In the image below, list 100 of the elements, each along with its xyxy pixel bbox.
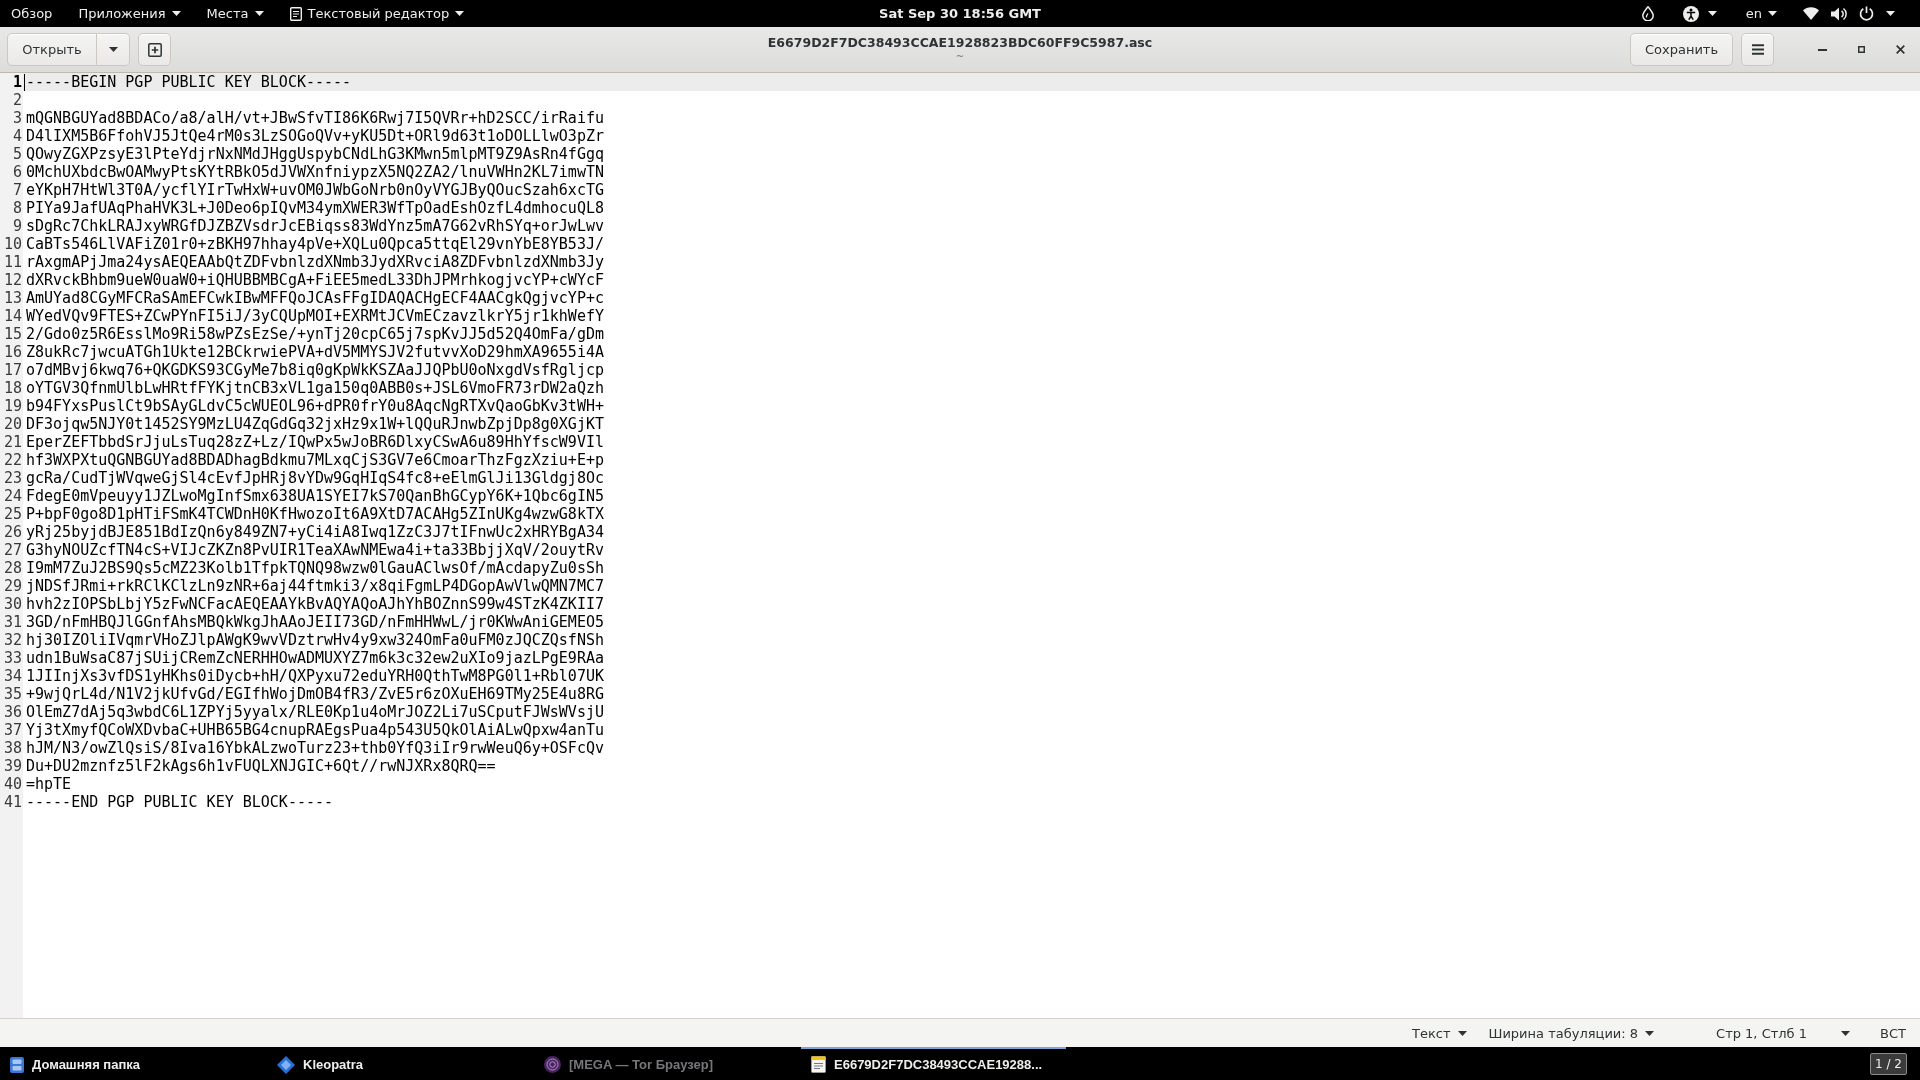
code-line: 3GD/nFmHBQJlGGnfAhsMBQkWkgJhAAoJEII73GD/nFmHHWwL/jr0KWwAniGEMEO5 bbox=[26, 613, 604, 631]
code-line: EperZEFTbbdSrJjuLsTuq28zZ+Lz/IQwPx5wJoBR6DlxyCSwA6u89HhYfscW9VIl bbox=[26, 433, 604, 451]
line-number: 1 bbox=[11, 73, 23, 91]
code-line: FdegE0mVpeuyy1JZLwoMgInfSmx638UA1SYEI7kS70QanBhGCypY6K+1Qbc6gIN5 bbox=[26, 487, 604, 505]
line-number: 33 bbox=[2, 649, 23, 667]
app-menu-button[interactable]: Текстовый редактор bbox=[276, 0, 478, 27]
code-line: -----BEGIN PGP PUBLIC KEY BLOCK----- bbox=[26, 73, 352, 91]
code-line: o7dMBvj6kwq76+QKGDKS93CGyMe7b8iq0gKpWkKSZAaJJQPbU0oNxgdVsfRgljcp bbox=[26, 361, 604, 379]
line-number: 21 bbox=[2, 433, 23, 451]
code-line: 2/Gdo0z5R6EsslMo9Ri58wPZsEzSe/+ynTj20cpC65j7spKvJJ5d52Q4OmFa/gDm bbox=[26, 325, 604, 343]
code-line: mQGNBGUYad8BDACo/a8/alH/vt+JBwSfvTI86K6Rwj7I5QVRr+hD2SCC/irRaifu bbox=[26, 109, 604, 127]
line-number: 22 bbox=[2, 451, 23, 469]
line-number: 15 bbox=[2, 325, 23, 343]
taskbar-item[interactable]: E6679D2F7DC38493CCAE19288... bbox=[801, 1047, 1066, 1080]
line-number: 7 bbox=[11, 181, 23, 199]
line-number: 38 bbox=[2, 739, 23, 757]
activities-button[interactable]: Обзор bbox=[0, 0, 66, 27]
caret-icon bbox=[1707, 11, 1717, 16]
line-number: 40 bbox=[2, 775, 23, 793]
drop-icon bbox=[1641, 6, 1654, 21]
code-line: yRj25byjdBJE851BdIzQn6y849ZN7+yCi4iA8Iwq1ZzC3J7tIFnwUc2xHRYBgA34 bbox=[26, 523, 604, 541]
caret-icon bbox=[1457, 1030, 1467, 1036]
line-number: 8 bbox=[11, 199, 23, 217]
line-number: 18 bbox=[2, 379, 23, 397]
line-number: 13 bbox=[2, 289, 23, 307]
language-menu[interactable]: en bbox=[1732, 0, 1790, 27]
code-line: hf3WXPXtuQGNBGUYad8BDADhagBdkmu7MLxqCjS3GV7e6CmoarThzFgzXziu+E+p bbox=[26, 451, 604, 469]
code-line: OlEmZ7dAj5q3wbdC6L1ZPYj5yyalx/RLE0Kp1u4oMrJOZ2Li7uSCputFJWsWVsjU bbox=[26, 703, 604, 721]
new-document-icon bbox=[147, 42, 162, 57]
line-number: 2 bbox=[11, 91, 23, 109]
menu-button[interactable]: Приложения bbox=[65, 0, 194, 27]
line-number: 29 bbox=[2, 577, 23, 595]
code-line: Z8ukRc7jwcuATGh1Ukte12BCkrwiePVA+dV5MMYSJV2futvvXoD29hmXA9655i4A bbox=[26, 343, 604, 361]
text-cursor bbox=[24, 73, 25, 91]
caret-icon bbox=[254, 11, 264, 16]
taskbar-item[interactable]: [MEGA — Tor Браузер] bbox=[534, 1047, 799, 1080]
code-line: hj30IZOliIVqmrVHoZJlpAWgK9wvVDztrwHv4y9xw324OmFa0uFM0zJQCZQsfNSh bbox=[26, 631, 604, 649]
maximize-icon bbox=[1857, 46, 1865, 53]
code-line: hJM/N3/owZlQsiS/8Iva16YbkALzwoTurz23+thb0YfQ3iIr9rwWeuQ6y+OSFcQv bbox=[26, 739, 604, 757]
menu-button[interactable]: Места bbox=[193, 0, 277, 27]
new-document-button[interactable] bbox=[138, 33, 171, 66]
code-line: 1JIInjXs3vfDS1yHKhs0iDycb+hH/QXPyxu72eduYRH0QthTwM8PG0l1+Rbl07UK bbox=[26, 667, 604, 685]
close-icon bbox=[1895, 45, 1905, 54]
code-line: I9mM7ZuJ2BS9Qs5cMZ23Kolb1TfpkTQNQ98wzw0lGauAClwsOf/mAcdapyZu0sSh bbox=[26, 559, 604, 577]
code-line: DF3ojqw5NJY0t1452SY9MzLU4ZqGdGq32jxHz9x1W+lQQuRJnwbZpjDp8g0XGjKT bbox=[26, 415, 604, 433]
caret-icon bbox=[1768, 11, 1777, 16]
diamond-icon bbox=[277, 1055, 295, 1074]
volume-icon bbox=[1831, 6, 1847, 21]
line-number: 39 bbox=[2, 757, 23, 775]
dropdown-button[interactable]: Текст bbox=[1408, 1021, 1471, 1045]
dropdown-button[interactable]: Стр 1, Стлб 1 bbox=[1712, 1021, 1855, 1045]
dropdown-button[interactable]: Ширина табуляции: 8 bbox=[1484, 1021, 1659, 1045]
code-line: hvh2zIOPSbLbjY5zFwNCFacAEQEAAYkBvAQYAQoAJhYhBOZnnS99w4STzK4ZKII7 bbox=[26, 595, 604, 613]
line-number: 36 bbox=[2, 703, 23, 721]
accessibility-icon bbox=[1682, 5, 1699, 22]
taskbar-item[interactable]: Kleopatra bbox=[267, 1047, 532, 1080]
menu-button[interactable] bbox=[1741, 33, 1774, 66]
minimize-icon bbox=[1817, 48, 1827, 51]
code-line: WYedVQv9FTES+ZCwPYnFI5iJ/3yCQUpMOI+EXRMtJCVmECzavzlkrY5jr1khWefY bbox=[26, 307, 604, 325]
code-line: -----END PGP PUBLIC KEY BLOCK----- bbox=[26, 793, 334, 811]
menu-icon bbox=[1751, 44, 1764, 55]
line-number: 31 bbox=[2, 613, 23, 631]
caret-icon bbox=[108, 47, 118, 52]
line-number: 24 bbox=[2, 487, 23, 505]
code-line: jNDSfJRmi+rkRClKClzLn9zNR+6aj44ftmki3/x8qiFgmLP4DGopAwVlwQMN7MC7 bbox=[26, 577, 604, 595]
line-number: 16 bbox=[2, 343, 23, 361]
code-line: oYTGV3QfnmUlbLwHRtfFYKjtnCB3xVL1ga150q0ABB0s+JSL6VmoFR73rDW2aQzh bbox=[26, 379, 604, 397]
caret-icon bbox=[1886, 11, 1895, 16]
notepad-icon bbox=[289, 6, 302, 21]
code-line: gcRa/CudTjWVqweGjSl4cEvfJpHRj8vYDw9GqHIqS4fc8+eElmGlJi13Gldgj8Oc bbox=[26, 469, 604, 487]
code-line: AmUYad8CGyMFCRaSAmEFCwkIBwMFFQoJCAsFFgIDAQACHgECF4AACgkQgjvcYP+c bbox=[26, 289, 604, 307]
power-icon bbox=[1859, 6, 1874, 21]
line-number: 26 bbox=[2, 523, 23, 541]
code-line: dXRvckBhbm9ueW0uaW0+iQHUBBMBCgA+FiEE5medL33DhJPMrhkogjvcYP+cWYcF bbox=[26, 271, 604, 289]
line-number: 20 bbox=[2, 415, 23, 433]
line-number: 41 bbox=[2, 793, 23, 811]
code-line: P+bpF0go8D1pHTiFSmK4TCWDnH0KfHwozoIt6A9XtD7ACAHg5ZInUKg4wzwG8kTX bbox=[26, 505, 604, 523]
workspace-indicator[interactable]: 1 / 2 bbox=[1870, 1052, 1907, 1075]
wifi-icon bbox=[1803, 7, 1819, 20]
code-line: =hpTE bbox=[26, 775, 72, 793]
caret-icon bbox=[1645, 1030, 1655, 1036]
code-line: +9wjQrL4d/N1V2jkUfvGd/EGIfhWojDmOB4fR3/ZvE5r6zOXuEH69TMy25E4u8RG bbox=[26, 685, 604, 703]
cabinet-icon bbox=[10, 1056, 24, 1073]
clock[interactable]: Sat Sep 30 18:56 GMT bbox=[866, 0, 1054, 27]
code-line: PIYa9JafUAqPhaHVK3L+J0Deo6pIQvM34ymXWER3WfTpOadEshOzfL4dmhocuQL8 bbox=[26, 199, 604, 217]
caret-icon bbox=[1841, 1030, 1851, 1036]
recent-files-button[interactable] bbox=[97, 33, 130, 66]
open-button[interactable]: Открыть bbox=[7, 33, 97, 66]
save-button[interactable]: Сохранить bbox=[1630, 33, 1733, 66]
taskbar-item[interactable]: Домашняя папка bbox=[0, 1047, 265, 1080]
line-number: 30 bbox=[2, 595, 23, 613]
code-line: sDgRc7ChkLRAJxyWRGfDJZBZVsdrJcEBiqss83WdYnz5mA7G62vRhSYq+orJwLwv bbox=[26, 217, 604, 235]
line-number: 34 bbox=[2, 667, 23, 685]
code-line: Du+DU2mznfz5lF2kAgs6h1vFUQLXNJGIC+6Qt//rwNJXRx8QRQ== bbox=[26, 757, 496, 775]
code-line: G3hyNOUZcfTN4cS+VIJcZKZn8PvUIR1TeaXAwNMEwa4i+ta33BbjjXqV/2ouytRv bbox=[26, 541, 604, 559]
line-number: 4 bbox=[11, 127, 23, 145]
window-subtitle: ~ bbox=[955, 51, 965, 62]
code-line: rAxgmAPjJma24ysAEQEAAbQtZDFvbnlzdXNmb3JydXRvciA8ZDFvbnlzdXNmb3Jy bbox=[26, 253, 604, 271]
line-number: 37 bbox=[2, 721, 23, 739]
line-number: 32 bbox=[2, 631, 23, 649]
